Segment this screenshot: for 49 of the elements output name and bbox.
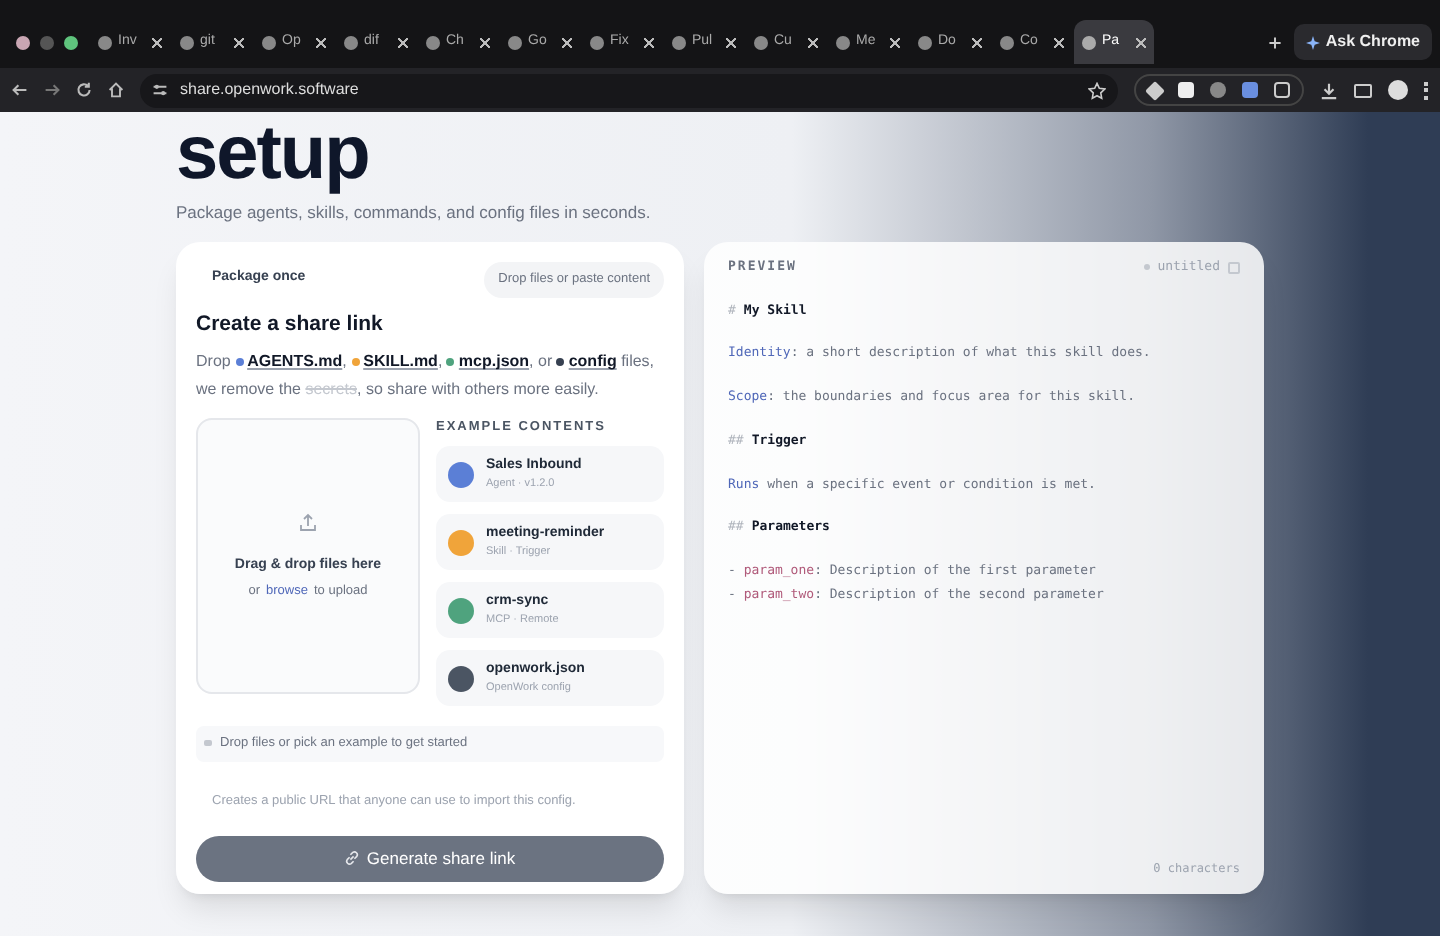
window-minimize-icon[interactable]	[40, 35, 54, 49]
close-icon[interactable]	[398, 37, 408, 47]
favicon-icon	[1000, 35, 1014, 49]
close-icon[interactable]	[644, 37, 654, 47]
favicon-icon	[590, 35, 604, 49]
page-title: setup	[176, 112, 369, 196]
close-icon[interactable]	[152, 37, 162, 47]
favicon-icon	[672, 35, 686, 49]
forward-icon[interactable]	[44, 82, 60, 98]
favicon-icon	[180, 35, 194, 49]
favicon-icon	[1082, 35, 1096, 49]
close-icon[interactable]	[316, 37, 326, 47]
favicon-icon	[344, 35, 358, 49]
address-bar[interactable]: share.openwork.software	[140, 73, 1118, 107]
close-icon[interactable]	[808, 37, 818, 47]
sparkle-icon	[1305, 35, 1320, 49]
favicon-icon	[508, 35, 522, 49]
card-description: Drop AGENTS.md, SKILL.md, mcp.json, or config files, we remove the secrets, so share with others more easily.	[196, 350, 657, 403]
close-icon[interactable]	[234, 37, 244, 47]
close-icon[interactable]	[726, 37, 736, 47]
favicon-icon	[918, 35, 932, 49]
favicon-icon	[262, 35, 276, 49]
favicon-icon	[426, 35, 440, 49]
reload-icon[interactable]	[76, 82, 92, 98]
url-text: share.openwork.software	[180, 78, 359, 102]
close-icon[interactable]	[480, 37, 490, 47]
link-icon	[344, 850, 361, 866]
window-zoom-icon[interactable]	[64, 35, 78, 49]
page-subtitle: Package agents, skills, commands, and config files in seconds.	[176, 200, 653, 226]
close-icon[interactable]	[890, 37, 900, 47]
favicon-icon	[98, 35, 112, 49]
close-icon[interactable]	[562, 37, 572, 47]
profile-avatar[interactable]	[1388, 80, 1408, 100]
window-close-icon[interactable]	[16, 35, 30, 49]
generate-share-link-button[interactable]: Generate share link	[196, 835, 664, 881]
favicon-icon	[754, 35, 768, 49]
status-icon	[204, 740, 212, 747]
card-heading: Create a share link	[196, 309, 385, 339]
favicon-icon	[836, 35, 850, 49]
back-icon[interactable]	[12, 82, 28, 98]
close-icon[interactable]	[1136, 37, 1146, 47]
ask-chrome-button[interactable]: Ask Chrome	[1293, 24, 1432, 60]
upload-icon	[298, 512, 318, 533]
close-icon[interactable]	[972, 37, 982, 47]
close-icon[interactable]	[1054, 37, 1064, 47]
bookmark-star-icon[interactable]	[1088, 81, 1106, 99]
site-settings-icon	[152, 82, 168, 98]
home-icon[interactable]	[108, 82, 124, 98]
download-icon[interactable]	[1320, 81, 1338, 99]
